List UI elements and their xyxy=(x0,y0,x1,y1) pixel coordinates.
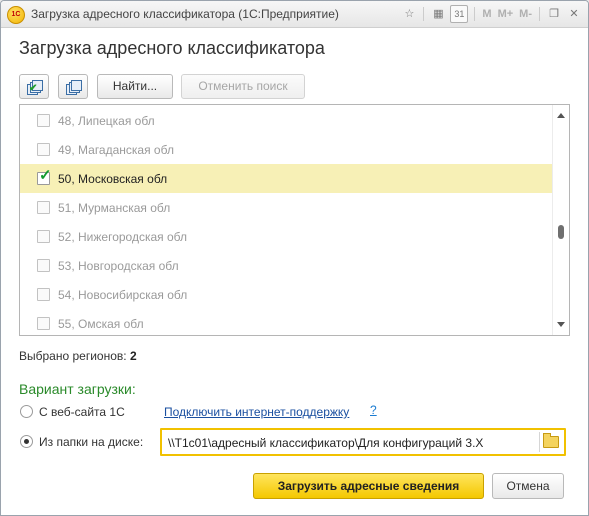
help-link[interactable]: ? xyxy=(370,403,377,417)
folder-path-field[interactable]: \\T1c01\адресный классификатор\Для конфи… xyxy=(160,428,566,456)
region-checkbox[interactable] xyxy=(37,288,50,301)
list-item-selected[interactable]: ✓ 50, Московская обл xyxy=(20,164,552,193)
from-folder-radio[interactable] xyxy=(20,435,33,448)
folder-path-input[interactable]: \\T1c01\адресный классификатор\Для конфи… xyxy=(168,436,538,450)
region-label: 55, Омская обл xyxy=(58,317,144,331)
list-item[interactable]: 54, Новосибирская обл xyxy=(20,280,552,309)
title-bar-separator xyxy=(423,7,425,21)
region-checkbox[interactable] xyxy=(37,201,50,214)
dialog-window: 1С Загрузка адресного классификатора (1С… xyxy=(0,0,589,516)
check-mark-icon: ✓ xyxy=(39,167,52,184)
region-label: 53, Новгородская обл xyxy=(58,259,179,273)
memory-m-button[interactable]: M xyxy=(481,6,492,22)
close-icon[interactable]: ✕ xyxy=(566,6,582,22)
cancel-search-button[interactable]: Отменить поиск xyxy=(181,74,305,99)
window-title: Загрузка адресного классификатора (1С:Пр… xyxy=(31,7,339,21)
selected-regions-label: Выбрано регионов: xyxy=(19,349,127,363)
region-checkbox[interactable] xyxy=(37,143,50,156)
connect-support-link[interactable]: Подключить интернет-поддержку xyxy=(164,405,349,419)
scroll-down-icon[interactable] xyxy=(557,322,565,327)
app-logo-icon: 1С xyxy=(7,6,25,24)
check-all-button[interactable]: ✔ xyxy=(19,74,49,99)
form-title: Загрузка адресного классификатора xyxy=(19,38,325,58)
title-bar-separator xyxy=(474,7,476,21)
region-label: 49, Магаданская обл xyxy=(58,143,174,157)
region-checkbox[interactable]: ✓ xyxy=(37,168,52,185)
scroll-up-icon[interactable] xyxy=(557,113,565,118)
find-button[interactable]: Найти... xyxy=(97,74,173,99)
selected-regions-count: 2 xyxy=(129,349,137,363)
region-checkbox[interactable] xyxy=(37,259,50,272)
list-item[interactable]: 55, Омская обл xyxy=(20,309,552,335)
load-address-data-button[interactable]: Загрузить адресные сведения xyxy=(253,473,484,499)
from-folder-label[interactable]: Из папки на диске: xyxy=(39,435,143,449)
memory-plus-button[interactable]: M+ xyxy=(497,6,515,22)
from-site-radio[interactable] xyxy=(20,405,33,418)
list-item[interactable]: 53, Новгородская обл xyxy=(20,251,552,280)
uncheck-all-button[interactable] xyxy=(58,74,88,99)
list-item[interactable]: 48, Липецкая обл xyxy=(20,106,552,135)
check-all-icon: ✔ xyxy=(27,80,43,95)
title-bar[interactable]: 1С Загрузка адресного классификатора (1С… xyxy=(1,1,588,28)
region-label: 54, Новосибирская обл xyxy=(58,288,188,302)
region-checkbox[interactable] xyxy=(37,230,50,243)
region-label: 50, Московская обл xyxy=(58,172,168,186)
region-label: 52, Нижегородская обл xyxy=(58,230,187,244)
restore-window-icon[interactable]: ❐ xyxy=(546,6,562,22)
title-bar-tools: ☆ ▦ 31 M M+ M- ❐ ✕ xyxy=(401,5,582,23)
region-checkbox[interactable] xyxy=(37,317,50,330)
regions-list[interactable]: 48, Липецкая обл 49, Магаданская обл ✓ 5… xyxy=(19,104,570,336)
uncheck-all-icon xyxy=(66,80,82,95)
selected-regions-summary: Выбрано регионов: 2 xyxy=(19,349,137,363)
region-label: 51, Мурманская обл xyxy=(58,201,171,215)
list-item[interactable]: 51, Мурманская обл xyxy=(20,193,552,222)
from-site-label[interactable]: С веб-сайта 1С xyxy=(39,405,125,419)
load-variant-title: Вариант загрузки: xyxy=(19,381,136,397)
list-item[interactable]: 52, Нижегородская обл xyxy=(20,222,552,251)
open-folder-icon[interactable] xyxy=(543,433,559,448)
calendar-icon[interactable]: 31 xyxy=(450,5,469,23)
region-label: 48, Липецкая обл xyxy=(58,114,155,128)
region-checkbox[interactable] xyxy=(37,114,50,127)
favorites-star-icon[interactable]: ☆ xyxy=(401,6,417,22)
memory-minus-button[interactable]: M- xyxy=(518,6,533,22)
list-scrollbar[interactable] xyxy=(552,105,569,335)
field-separator xyxy=(539,432,540,452)
calculator-icon[interactable]: ▦ xyxy=(430,6,446,22)
cancel-button[interactable]: Отмена xyxy=(492,473,564,499)
scroll-thumb[interactable] xyxy=(558,225,564,239)
list-item[interactable]: 49, Магаданская обл xyxy=(20,135,552,164)
title-bar-separator xyxy=(539,7,540,21)
